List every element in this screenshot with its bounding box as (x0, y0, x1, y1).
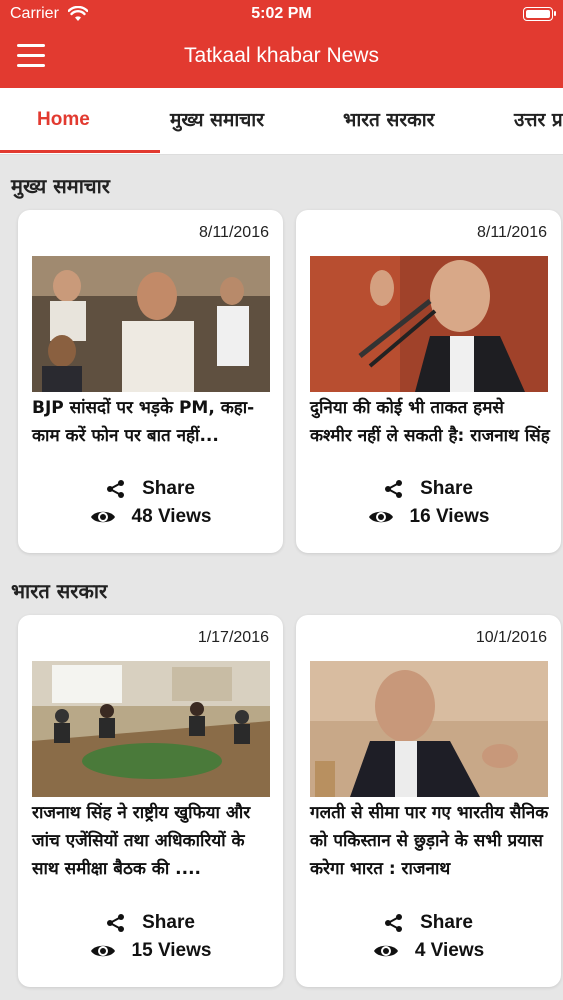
category-tabs: Home मुख्य समाचार भारत सरकार उत्तर प्र (0, 88, 563, 155)
news-photo[interactable] (32, 256, 270, 392)
news-headline[interactable]: राजनाथ सिंह ने राष्ट्रीय खुफिया और जांच … (32, 799, 272, 883)
news-card[interactable]: 10/1/2016 गलती से सीमा पार गए भारतीय सैन… (296, 615, 561, 987)
news-photo[interactable] (310, 661, 548, 797)
battery-icon (523, 7, 556, 21)
views-count: 15 Views (18, 940, 283, 962)
news-card[interactable]: 8/11/2016 दुनिया की कोई भी ताकत हमसे कश्… (296, 210, 561, 553)
eye-icon (368, 511, 393, 523)
section-title: भारत सरकार (11, 579, 108, 603)
section-title: मुख्य समाचार (11, 174, 110, 198)
share-label: Share (420, 478, 473, 499)
share-label: Share (142, 478, 195, 499)
news-date: 8/11/2016 (199, 224, 269, 241)
news-photo[interactable] (310, 256, 548, 392)
share-button[interactable]: Share (296, 912, 561, 934)
share-icon (385, 480, 403, 498)
share-icon (107, 914, 125, 932)
status-bar: Carrier 5:02 PM (0, 0, 563, 30)
tab-bharat-sarkar[interactable]: भारत सरकार (343, 88, 434, 154)
views-label: 15 Views (131, 940, 212, 961)
tab-uttar-pradesh[interactable]: उत्तर प्र (514, 88, 563, 154)
news-card[interactable]: 1/17/2016 राजनाथ सिंह ने राष्ट्रीय खुफिय… (18, 615, 283, 987)
eye-icon (90, 945, 115, 957)
active-tab-indicator (0, 150, 160, 153)
navigation-bar: Carrier 5:02 PM Tatkaal khabar News (0, 0, 563, 88)
eye-icon (373, 945, 398, 957)
news-headline[interactable]: दुनिया की कोई भी ताकत हमसे कश्मीर नहीं ल… (310, 394, 550, 450)
views-label: 16 Views (409, 506, 490, 527)
news-date: 8/11/2016 (477, 224, 547, 241)
news-headline[interactable]: गलती से सीमा पार गए भारतीय सैनिक को पकिस… (310, 799, 550, 883)
news-headline[interactable]: BJP सांसदों पर भड़के PM, कहा- काम करें फ… (32, 394, 272, 450)
views-count: 48 Views (18, 506, 283, 528)
views-label: 4 Views (414, 940, 485, 961)
share-label: Share (420, 912, 473, 933)
app-title: Tatkaal khabar News (184, 44, 379, 67)
share-icon (385, 914, 403, 932)
share-button[interactable]: Share (18, 478, 283, 500)
share-button[interactable]: Share (18, 912, 283, 934)
status-time: 5:02 PM (251, 5, 312, 22)
tab-mukhya-samachar[interactable]: मुख्य समाचार (170, 88, 264, 154)
tab-home[interactable]: Home (37, 88, 90, 154)
share-button[interactable]: Share (296, 478, 561, 500)
share-label: Share (142, 912, 195, 933)
news-photo[interactable] (32, 661, 270, 797)
news-card[interactable]: 8/11/2016 BJP सांसदों पर भड़के PM, कहा- … (18, 210, 283, 553)
news-date: 1/17/2016 (197, 629, 269, 646)
views-label: 48 Views (131, 506, 212, 527)
eye-icon (90, 511, 115, 523)
views-count: 16 Views (296, 506, 561, 528)
views-count: 4 Views (296, 940, 561, 962)
news-date: 10/1/2016 (475, 629, 547, 646)
share-icon (107, 480, 125, 498)
